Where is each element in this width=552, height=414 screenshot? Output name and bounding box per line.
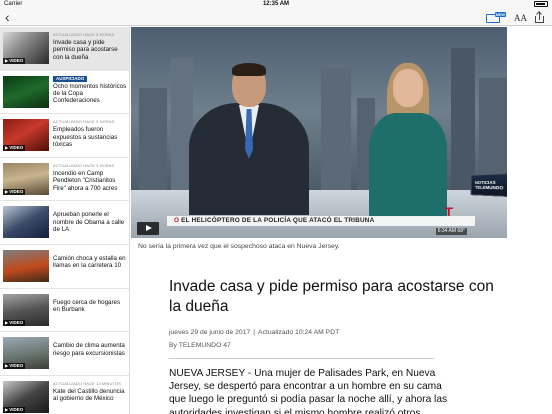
item-title: Incendio en Camp Pendleton "Cristianitos… xyxy=(53,169,118,192)
article-headline: Invade casa y pide permiso para acostars… xyxy=(169,278,494,315)
thumbnail: VIDEO xyxy=(3,32,49,64)
list-item[interactable]: Camión choca y estalla en llamas en la c… xyxy=(0,245,129,289)
sponsored-badge: AUSPICIADO xyxy=(53,75,88,82)
list-item[interactable]: VIDEO Fuego cerca de hogares en Burbank xyxy=(0,289,129,333)
article-byline: By TELEMUNDO 47 xyxy=(169,342,231,349)
item-title: Aprueban ponerle el nombre de Obama a ca… xyxy=(53,211,125,234)
article-date: jueves 29 de junio de 2017 xyxy=(169,329,251,336)
list-item[interactable]: Aprueban ponerle el nombre de Obama a ca… xyxy=(0,201,129,245)
list-item[interactable]: VIDEO ACTUALIZADO HACE 3 HORAS Incendio … xyxy=(0,158,129,202)
video-tag: VIDEO xyxy=(3,319,26,326)
clock: 12:35 AM xyxy=(262,1,290,7)
nav-bar: ‹ NEW AA xyxy=(0,9,552,26)
list-item[interactable]: VIDEO ACTUALIZADO HACE 3 HORAS Invade ca… xyxy=(0,27,129,71)
item-title: Camión choca y estalla en llamas en la c… xyxy=(53,254,126,270)
chevron-left-icon: ‹ xyxy=(5,9,10,25)
thumbnail: VIDEO xyxy=(3,119,49,152)
news-sidebar: VIDEO ACTUALIZADO HACE 3 HORAS Invade ca… xyxy=(0,27,130,414)
item-updated: ACTUALIZADO HACE 13 MINUTOS xyxy=(53,380,121,386)
text-size-button[interactable]: AA xyxy=(514,13,527,23)
anchor-image xyxy=(363,63,453,217)
item-updated: ACTUALIZADO HACE 3 HORAS xyxy=(53,162,115,168)
list-item[interactable]: VIDEO ACTUALIZADO HACE 3 HORAS Empleados… xyxy=(0,114,129,158)
item-updated: ACTUALIZADO HACE 3 HORAS xyxy=(53,119,115,125)
live-badge: NEW xyxy=(494,12,506,17)
video-tag: VIDEO xyxy=(3,406,26,413)
video-player[interactable]: NOTICIAS TELEMUNDO T O EL HELICÓPTERO DE … xyxy=(131,27,507,238)
article-dateline: jueves 29 de junio de 2017 | Actualizado 1… xyxy=(169,329,340,336)
list-item[interactable]: VIDEO Cambio de clima aumenta riesgo par… xyxy=(0,332,129,376)
video-tag: VIDEO xyxy=(3,58,26,64)
news-ticker: O EL HELICÓPTERO DE LA POLICÍA QUE ATACÓ … xyxy=(167,216,475,226)
thumbnail: VIDEO xyxy=(3,380,49,413)
thumbnail: VIDEO xyxy=(3,337,49,370)
video-tag: VIDEO xyxy=(3,363,26,370)
video-tag: VIDEO xyxy=(3,145,26,152)
item-title: Empleados fueron expuestos a sustancias … xyxy=(53,126,118,148)
thumbnail: VIDEO xyxy=(3,162,49,195)
ticker-text: EL HELICÓPTERO DE LA POLICÍA QUE ATACÓ E… xyxy=(181,217,375,224)
divider xyxy=(169,358,434,359)
video-tag: VIDEO xyxy=(3,188,26,195)
live-tv-icon[interactable]: NEW xyxy=(486,12,506,23)
article-pane: NOTICIAS TELEMUNDO T O EL HELICÓPTERO DE … xyxy=(131,27,552,414)
item-updated: ACTUALIZADO HACE 3 HORAS xyxy=(53,32,115,37)
article-updated: Actualizado 10:24 AM PDT xyxy=(258,329,340,336)
anchor-image xyxy=(189,63,309,215)
thumbnail xyxy=(3,249,49,282)
item-title: Ocho momentos históricos de la Copa Conf… xyxy=(53,82,127,105)
back-button[interactable]: ‹ xyxy=(5,10,10,24)
item-title: Cambio de clima aumenta riesgo para excu… xyxy=(53,342,125,357)
play-button[interactable] xyxy=(137,222,159,235)
item-title: Kate del Castillo denuncia al gobierno d… xyxy=(53,387,125,403)
text-size-label: AA xyxy=(514,12,527,23)
thumbnail: VIDEO xyxy=(3,293,49,326)
item-title: Invade casa y pide permiso para acostars… xyxy=(53,39,118,61)
image-caption: No sería la primera vez que el sospechos… xyxy=(138,243,340,250)
thumbnail xyxy=(3,206,49,239)
promo-thumbnail: NOTICIAS TELEMUNDO xyxy=(470,173,507,197)
status-bar: Carrier 12:35 AM xyxy=(0,0,552,9)
share-icon[interactable] xyxy=(535,12,544,23)
time-weather: 6:34 AM 68° xyxy=(435,228,467,235)
article-body: NUEVA JERSEY - Una mujer de Palisades Pa… xyxy=(169,368,448,414)
list-item[interactable]: AUSPICIADO Ocho momentos históricos de l… xyxy=(0,71,129,115)
item-title: Fuego cerca de hogares en Burbank xyxy=(53,298,121,313)
thumbnail xyxy=(3,75,49,108)
list-item[interactable]: VIDEO ACTUALIZADO HACE 13 MINUTOS Kate d… xyxy=(0,376,129,414)
